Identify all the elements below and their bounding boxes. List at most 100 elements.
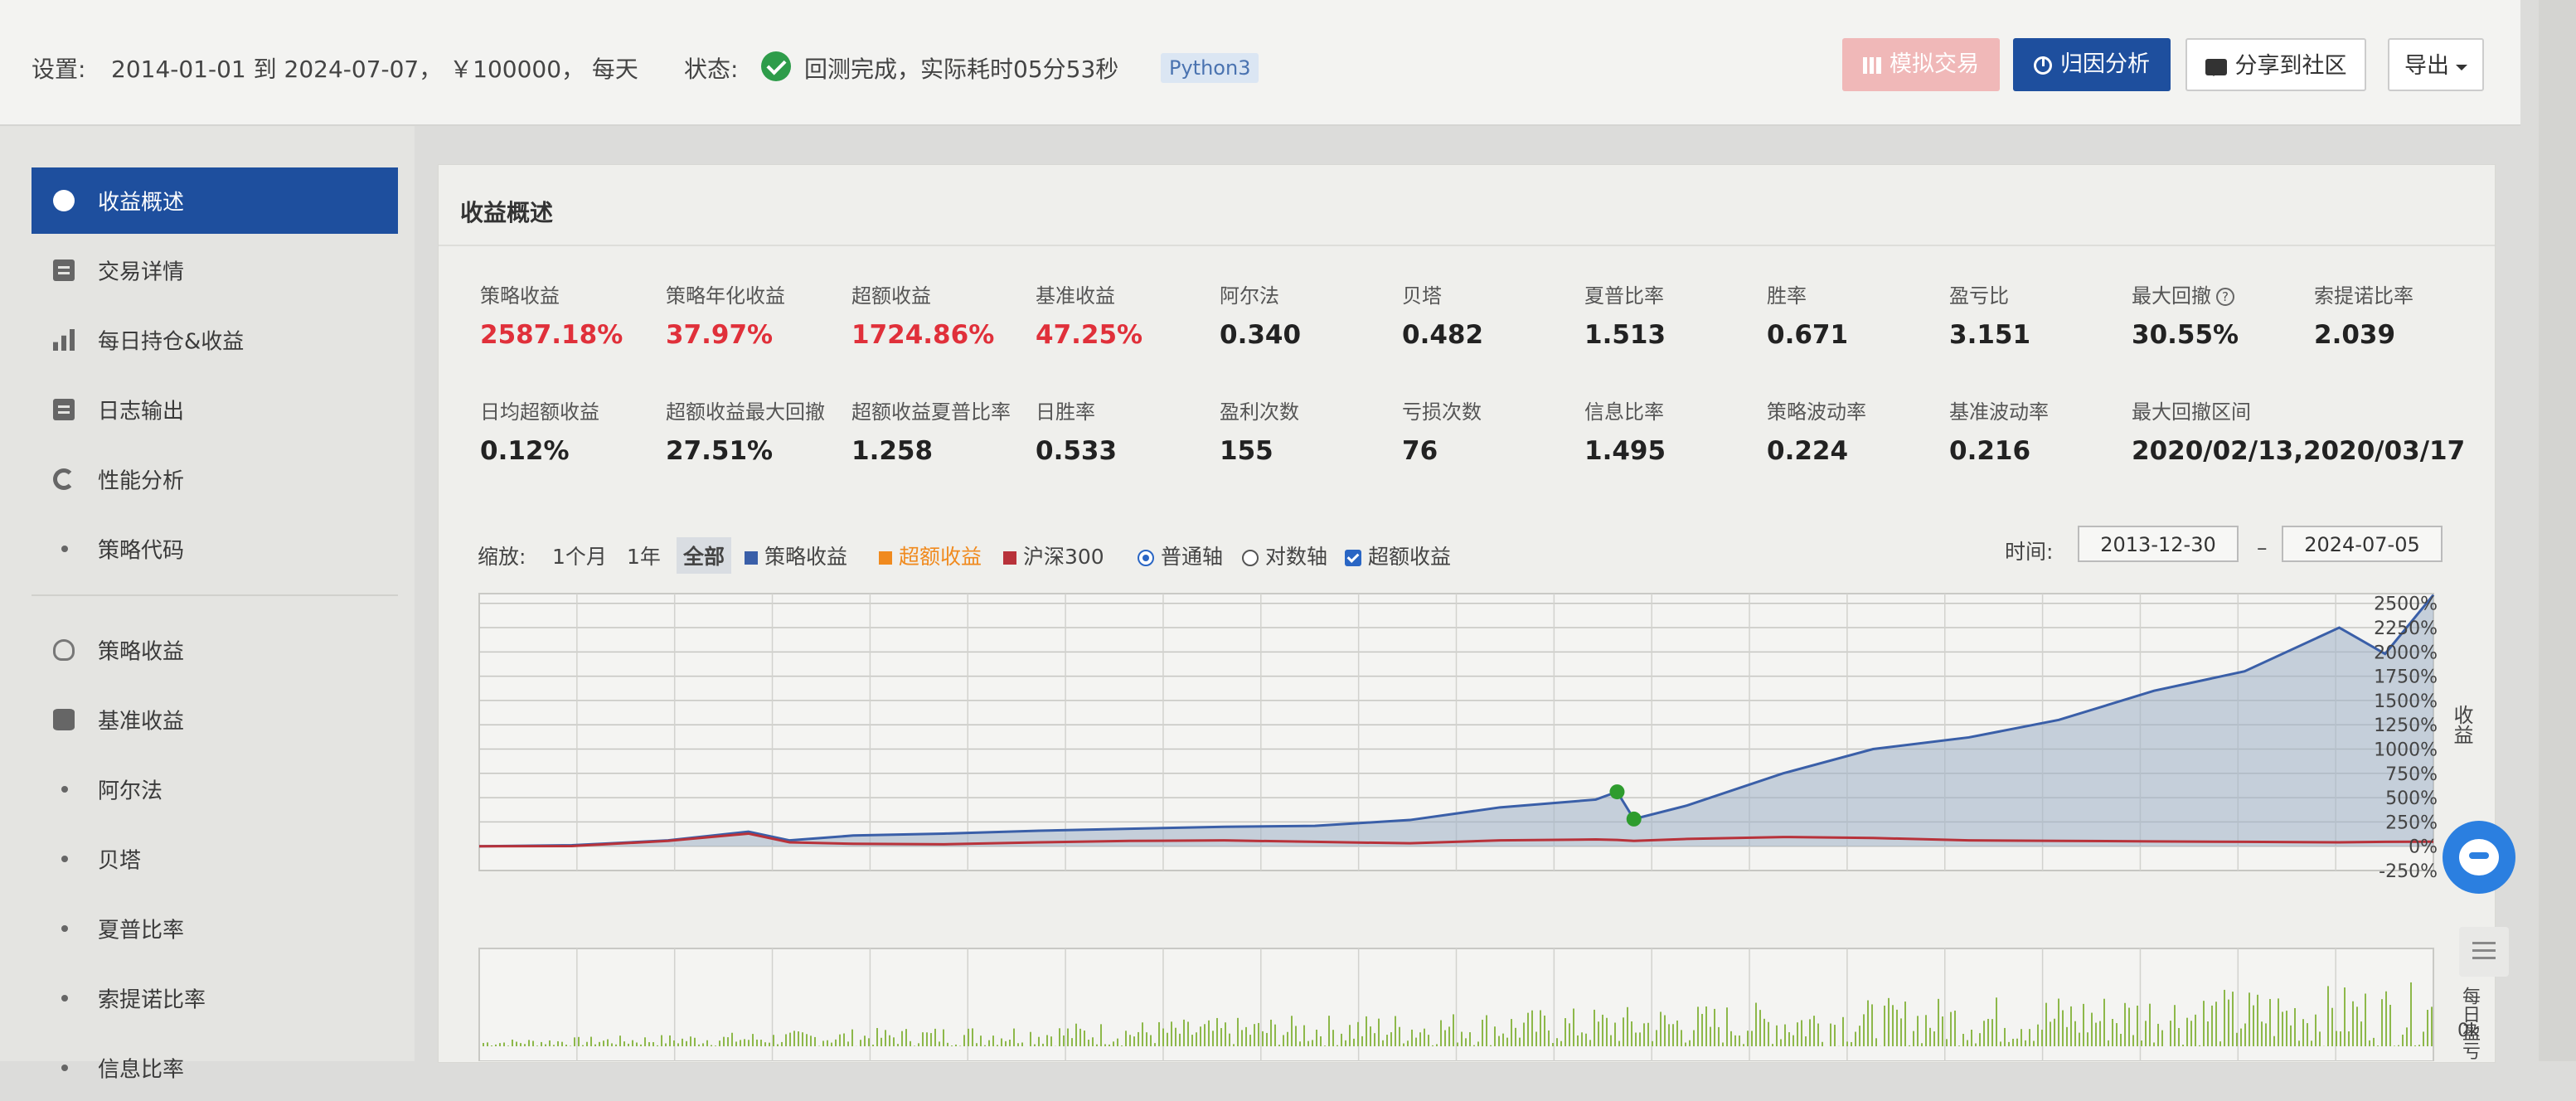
pnl-bar — [1005, 1041, 1007, 1046]
pnl-bar — [2331, 1008, 2333, 1046]
page-scrollbar[interactable] — [2539, 0, 2576, 1061]
pnl-bar — [2037, 1025, 2039, 1046]
pnl-bar — [599, 1042, 600, 1046]
pnl-bar — [1266, 1033, 1268, 1046]
pnl-bar — [756, 1040, 758, 1046]
pnl-bar — [1983, 1021, 1985, 1046]
pnl-bar — [773, 1035, 774, 1046]
pnl-bar — [2029, 1029, 2030, 1046]
pnl-bar — [1109, 1045, 1110, 1046]
pnl-bar — [793, 1031, 795, 1046]
pnl-bar — [1834, 1025, 1836, 1046]
pnl-bar — [1855, 1032, 1856, 1046]
pnl-bar — [2099, 1021, 2101, 1046]
pnl-bar — [677, 1043, 679, 1046]
pnl-bar — [1610, 1036, 1612, 1046]
pnl-bar — [1660, 1011, 1662, 1046]
pnl-bar — [1822, 1042, 1823, 1046]
pnl-bar — [1498, 1036, 1500, 1046]
pnl-bar — [1793, 1036, 1794, 1046]
pnl-bar — [2062, 1011, 2064, 1046]
pnl-bar — [1142, 1022, 1143, 1046]
pnl-bar — [781, 1042, 783, 1046]
pnl-bar — [1220, 1028, 1222, 1046]
pnl-bar — [918, 1043, 919, 1046]
pnl-bar — [2294, 1008, 2296, 1046]
pnl-bar — [2120, 1034, 2122, 1046]
pnl-bar — [1527, 1013, 1529, 1046]
pnl-bar — [1262, 1031, 1264, 1046]
drawdown-marker[interactable] — [1609, 784, 1624, 799]
pnl-bar — [706, 1040, 708, 1046]
pnl-bar — [711, 1045, 712, 1046]
pnl-bar — [1079, 1029, 1081, 1046]
pnl-bar — [2344, 987, 2346, 1046]
pnl-bar — [1138, 1032, 1139, 1046]
pnl-bar — [1921, 1043, 1923, 1046]
pnl-bar — [1647, 1023, 1649, 1046]
pnl-bar — [889, 1036, 890, 1046]
pnl-bar — [1780, 1039, 1782, 1046]
pnl-bar — [2058, 999, 2059, 1046]
pnl-bar — [1490, 1045, 1492, 1046]
pnl-bar — [1768, 1022, 1769, 1046]
returns-chart[interactable]: -250%0%250%500%750%1000%1250%1500%1750%2… — [0, 0, 2576, 1061]
pnl-bar — [901, 1031, 903, 1046]
pnl-bar — [1042, 1044, 1044, 1046]
pnl-bar — [2021, 1029, 2022, 1046]
pnl-bar — [1531, 1011, 1533, 1046]
pnl-bar — [648, 1042, 650, 1046]
pnl-bar — [1560, 1041, 1562, 1046]
y-tick-label: -250% — [2379, 861, 2438, 882]
pnl-bar — [1424, 1029, 1425, 1046]
pnl-bar — [2079, 1033, 2080, 1046]
pnl-bar — [893, 1037, 895, 1046]
pnl-bar — [1453, 1014, 1454, 1046]
pnl-bar — [1697, 1006, 1699, 1046]
pnl-bar — [810, 1036, 812, 1046]
pnl-bar — [528, 1040, 530, 1046]
pnl-bar — [1374, 1033, 1375, 1046]
bottom-axis-label: 每日盈亏 — [2456, 987, 2482, 1060]
pnl-bar — [864, 1036, 866, 1046]
pnl-bar — [652, 1042, 654, 1046]
pnl-bar — [607, 1040, 609, 1046]
pnl-bar — [1730, 1031, 1732, 1046]
pnl-bar — [2307, 1023, 2308, 1046]
pnl-bar — [992, 1036, 994, 1046]
pnl-bar — [1258, 1023, 1259, 1046]
pnl-bar — [2215, 1002, 2217, 1046]
pnl-bar — [1589, 1040, 1591, 1046]
pnl-bar — [1581, 1032, 1583, 1046]
pnl-bar — [586, 1042, 588, 1046]
pnl-bar — [1805, 1036, 1807, 1046]
pnl-bar — [2278, 998, 2279, 1046]
pnl-bar — [2054, 1019, 2055, 1046]
pnl-bar — [1050, 1036, 1052, 1046]
pnl-bar — [731, 1033, 733, 1046]
pnl-bar — [1933, 1031, 1935, 1046]
assistant-avatar-icon[interactable] — [2443, 821, 2515, 894]
pnl-bar — [955, 1045, 957, 1046]
pnl-bar — [1117, 1039, 1118, 1046]
y-tick-label: 0% — [2409, 837, 2438, 858]
y-tick-label: 1000% — [2374, 740, 2438, 761]
pnl-bar — [2352, 1002, 2354, 1046]
pnl-bar — [2025, 1040, 2026, 1046]
drawdown-marker[interactable] — [1627, 812, 1642, 827]
pnl-bar — [1664, 1016, 1666, 1046]
pnl-bar — [2286, 1011, 2287, 1046]
pnl-bar — [1722, 1042, 1724, 1046]
pnl-bar — [860, 1040, 861, 1046]
pnl-bar — [516, 1042, 517, 1046]
y-tick-label: 2500% — [2374, 594, 2438, 615]
pnl-bar — [1875, 1038, 1877, 1046]
pnl-bar — [2265, 1023, 2267, 1046]
pnl-bar — [1088, 1040, 1089, 1046]
pnl-bar — [1187, 1021, 1189, 1046]
pnl-bar — [1809, 1019, 1811, 1046]
list-menu-icon[interactable] — [2459, 927, 2509, 977]
pnl-bar — [1929, 1028, 1931, 1046]
pnl-bar — [2153, 1042, 2155, 1046]
pnl-bar — [541, 1042, 542, 1046]
